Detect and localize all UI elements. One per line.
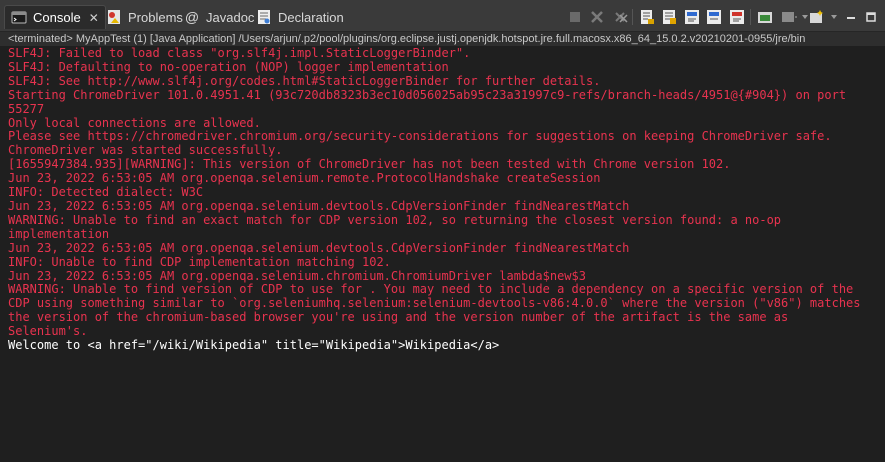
console-line: ChromeDriver was started successfully. [8, 144, 283, 158]
console-line: WARNING: Unable to find version of CDP t… [8, 283, 854, 297]
console-line: Welcome to <a href="/wiki/Wikipedia" tit… [8, 339, 500, 353]
console-line: WARNING: Unable to find an exact match f… [8, 213, 782, 227]
console-line: Starting ChromeDriver 101.0.4951.41 (93c… [8, 88, 847, 102]
declaration-icon [256, 9, 272, 25]
terminate-icon[interactable] [566, 8, 584, 26]
console-line: Jun 23, 2022 6:53:05 AM org.openqa.selen… [8, 241, 630, 255]
console-output[interactable]: SLF4J: Failed to load class "org.slf4j.i… [0, 46, 885, 462]
tab-console[interactable]: Console ✕ [4, 5, 106, 29]
remove-all-terminated-icon[interactable] [612, 8, 630, 26]
tab-label: Javadoc [206, 9, 255, 25]
console-view: Console ✕ Problems @ Javadoc Declaration [0, 0, 885, 462]
console-line: SLF4J: See http://www.slf4j.org/codes.ht… [8, 74, 601, 88]
console-line: Jun 23, 2022 6:53:05 AM org.openqa.selen… [8, 199, 630, 213]
toolbar-separator [750, 9, 751, 25]
toolbar-separator [632, 9, 633, 25]
console-line: Please see https://chromedriver.chromium… [8, 130, 832, 144]
console-line: SLF4J: Failed to load class "org.slf4j.i… [8, 47, 471, 60]
tab-label: Console [33, 10, 81, 25]
tab-problems[interactable]: Problems [100, 5, 189, 29]
scroll-lock-icon[interactable] [638, 8, 656, 26]
show-on-stdout-icon[interactable] [683, 8, 701, 26]
word-wrap-icon[interactable] [660, 8, 678, 26]
console-line: CDP using something similar to `org.sele… [8, 297, 861, 311]
console-line: SLF4J: Defaulting to no-operation (NOP) … [8, 60, 449, 74]
tab-label: Problems [128, 9, 183, 25]
console-line: Selenium's. [8, 325, 88, 339]
console-icon [11, 10, 27, 26]
maximize-icon[interactable] [862, 8, 880, 26]
problems-icon [106, 9, 122, 25]
show-on-stderr-icon[interactable] [705, 8, 723, 26]
console-line: [1655947384.935][WARNING]: This version … [8, 158, 731, 172]
chevron-down-icon[interactable] [825, 8, 843, 26]
console-line: the version of the chromium-based browse… [8, 311, 789, 325]
tab-javadoc[interactable]: @ Javadoc [178, 5, 260, 29]
pin-console-icon[interactable] [728, 8, 746, 26]
minimize-icon[interactable] [842, 8, 860, 26]
console-line: INFO: Unable to find CDP implementation … [8, 255, 391, 269]
console-line: implementation [8, 227, 110, 241]
console-line: 55277 [8, 102, 45, 116]
remove-launch-icon[interactable] [588, 8, 606, 26]
at-sign-icon: @ [184, 9, 200, 25]
new-console-icon[interactable] [808, 8, 826, 26]
display-console-icon[interactable] [756, 8, 774, 26]
console-line: Jun 23, 2022 6:53:05 AM org.openqa.selen… [8, 172, 601, 186]
tab-label: Declaration [278, 9, 344, 25]
console-line: Jun 23, 2022 6:53:05 AM org.openqa.selen… [8, 269, 586, 283]
view-tab-bar: Console ✕ Problems @ Javadoc Declaration [0, 0, 885, 32]
tab-declaration[interactable]: Declaration [250, 5, 350, 29]
console-line: INFO: Detected dialect: W3C [8, 186, 204, 200]
process-status-line: <terminated> MyAppTest (1) [Java Applica… [0, 32, 885, 46]
close-icon[interactable]: ✕ [89, 11, 99, 25]
console-line: Only local connections are allowed. [8, 116, 261, 130]
